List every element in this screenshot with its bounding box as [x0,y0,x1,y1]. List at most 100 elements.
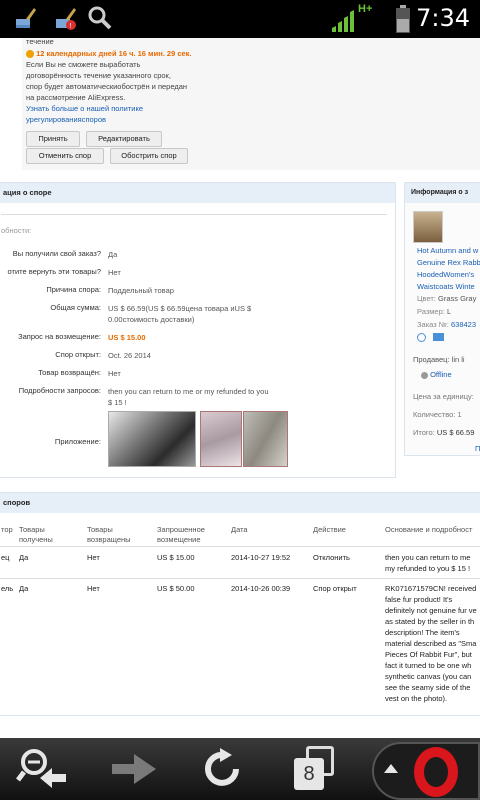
row-reason: then you can return to me my refunded to… [385,552,470,574]
attachment-photo-1[interactable] [108,411,196,467]
row-received: Да [19,584,29,593]
web-page[interactable]: течение 12 календарных дней 16 ч. 16 мин… [0,38,480,738]
browser-toolbar: 8 [0,738,480,800]
reason-line: my refunded to you $ 15 ! [385,564,471,573]
divider [0,578,480,579]
attachment-photo-3[interactable] [243,411,288,467]
reason-line: description! The item's [385,628,460,637]
col-refund: Запрошенное возмещение [157,525,205,544]
zoom-out-back-icon[interactable] [14,746,66,792]
menu-arrow-icon [384,764,398,773]
reload-icon[interactable] [198,746,250,792]
seller-row: Продавец: lin li [413,354,465,365]
reason-line: fact it turned to be one wh [385,661,472,670]
clock-icon [26,50,34,59]
order-number[interactable]: 638423 [451,320,476,329]
reason-line: material described as "Sma [385,639,477,648]
more-link[interactable]: П [475,443,480,454]
qty-value: 1 [457,410,462,419]
row-action: Спор открыт [313,584,357,593]
escalate-dispute-button[interactable]: Обострить спор [110,148,188,164]
offline-icon [421,371,428,379]
edit-button[interactable]: Редактировать [86,131,162,147]
dispute-info-panel: ация о споре обности: Вы получили свой з… [0,182,396,478]
reason-line: then you can return to me [385,553,471,562]
row-returned: Нет [87,584,100,593]
network-type: H+ [358,3,373,15]
reason-line: definitely not genuine fur ve [385,606,477,615]
reason-line: RK071671579CN! received [385,584,477,593]
product-link[interactable]: Hot Autumn and w Genuine Rex Rabb Hooded… [417,245,480,293]
refund-value: US $ 15.00 [108,333,146,342]
row-date: 2014-10-27 19:52 [231,553,291,562]
total-label: Общая сумма: [50,303,101,312]
row-returned: Нет [87,553,100,562]
total-value: US $ 66.59(US $ 66.59цена товара иUS $ [108,304,252,313]
cancel-dispute-button[interactable]: Отменить спор [26,148,104,164]
row-refund: US $ 50.00 [157,584,195,593]
reason-label: Причина спора: [46,285,101,294]
return-value: Нет [108,268,121,277]
color-row: Цвет: Grass Gray [417,293,476,304]
returned-label: Товар возвращён: [38,368,101,377]
history-heading: споров [0,493,480,513]
request-details-value-2: $ 15 ! [108,398,127,407]
return-label: отите вернуть эти товары? [7,267,102,276]
col-reason: Основание и подробност [385,525,473,534]
reason-line: false fur product! It's [385,595,453,604]
request-details-label: Подробности запросов: [18,386,101,395]
signal-icon [332,10,354,32]
reason-line: as stated by the seller in th [385,617,475,626]
product-link-line[interactable]: HoodedWomen's [417,269,480,281]
countdown: 12 календарных дней 16 ч. 16 мин. 29 сек… [26,48,192,59]
product-link-line[interactable]: Hot Autumn and w [417,245,480,257]
status-bar: ! H+ 7:34 [0,0,480,38]
col-actor: тор [1,525,13,534]
forward-arrow-icon[interactable] [108,746,160,792]
search-icon[interactable] [87,5,113,31]
request-details-value: then you can return to me or my refunded… [108,387,269,396]
unit-price-label: Цена за единицу: [413,392,474,401]
product-link-line[interactable]: Waistcoats Winte [417,281,480,293]
details-label: обности: [1,226,32,235]
product-link-line[interactable]: Genuine Rex Rabb [417,257,480,269]
order-info-heading: Информация о з [405,183,480,203]
total-row: Итого: US $ 66.59 [413,427,474,438]
message-icon[interactable] [433,333,444,341]
opened-value: Oct. 26 2014 [108,351,151,360]
offline-text: Offline [430,370,452,379]
tabs-count: 8 [294,758,324,790]
row-action: Отклонить [313,553,350,562]
size-value: L [446,307,452,316]
received-value: Да [108,250,118,259]
info-line-4: на рассмотрение AliExpress. [26,93,126,102]
total-value: US $ 66.59 [436,428,475,437]
product-thumbnail[interactable] [413,211,443,243]
row-refund: US $ 15.00 [157,553,195,562]
col-received: Товары получены [19,525,53,544]
policy-link-2[interactable]: урегулированияспоров [26,114,106,125]
qty-label: Количество: [413,410,456,419]
size-label: Размер: [417,307,445,316]
tabs-button[interactable]: 8 [292,746,336,792]
accept-button[interactable]: Принять [26,131,80,147]
total-value-2: 0.00стоимость доставки) [108,315,195,324]
policy-link-1[interactable]: Узнать больше о нашей политике [26,103,143,114]
battery-icon [396,5,410,33]
opera-menu-button[interactable] [372,742,480,800]
total-label: Итого: [413,428,435,437]
attachment-photo-2[interactable] [200,411,242,467]
countdown-text: 12 календарных дней 16 ч. 16 мин. 29 сек… [36,49,192,58]
seller-label: Продавец: [413,355,450,364]
alarm-icon [417,333,426,342]
qty-row: Количество: 1 [413,409,462,420]
received-label: Вы получили свой заказ? [12,249,101,258]
col-returned: Товары возвращены [87,525,131,544]
reason-line: see the seamy side of the [385,683,471,692]
refund-label: Запрос на возмещение: [18,332,101,341]
col-action: Действие [313,525,346,534]
returned-value: Нет [108,369,121,378]
opera-logo-icon [414,747,458,797]
dispute-history-panel: споров тор Товары получены Товары возвра… [0,492,480,716]
col-date: Дата [231,525,248,534]
